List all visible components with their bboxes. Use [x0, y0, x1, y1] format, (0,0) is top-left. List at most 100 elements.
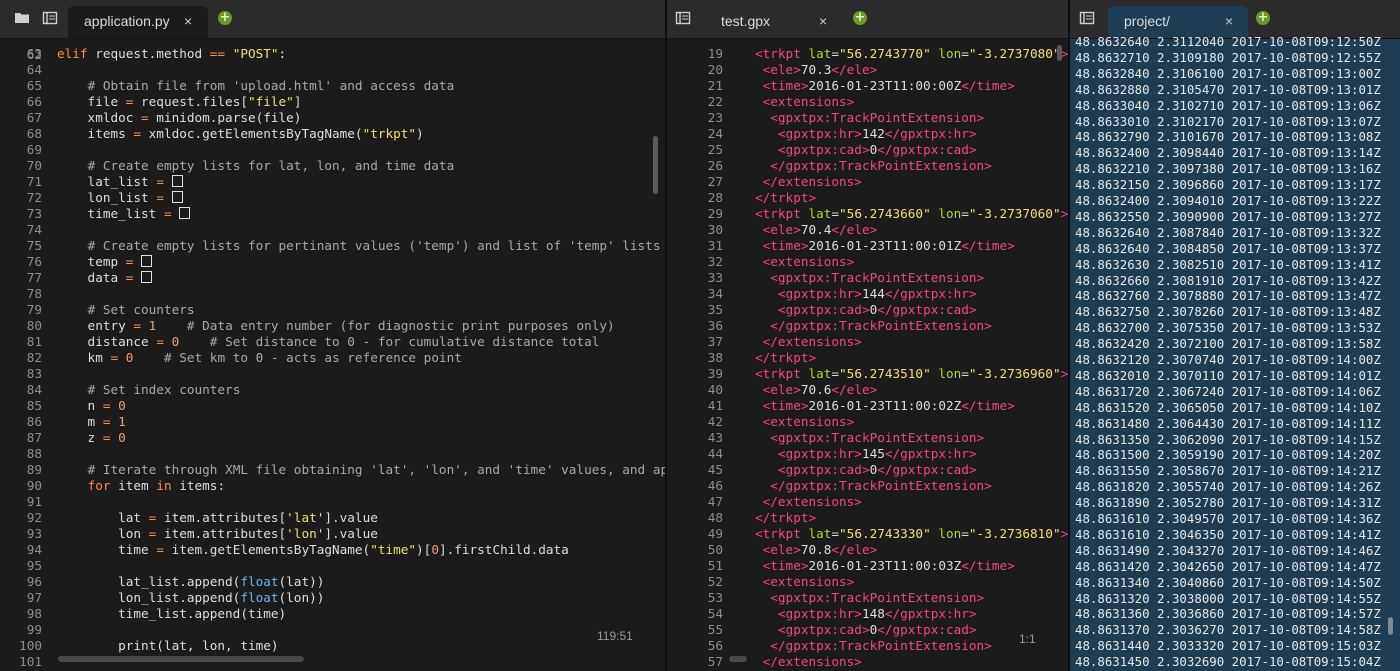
output-row: 48.8631610 2.3049570 2017-10-08T09:14:36…: [1075, 511, 1381, 526]
code-line: 52 <extensions>: [667, 574, 1068, 590]
line-number: 93: [26, 526, 42, 541]
cursor-position: 119:51: [597, 629, 633, 643]
code-text: </gpxtpx:TrackPointExtension>: [770, 318, 992, 333]
vertical-scrollbar[interactable]: [1057, 45, 1062, 61]
code-line: 53 <gpxtpx:TrackPointExtension>: [667, 590, 1068, 606]
code-line: 39 <trkpt lat="56.2743510" lon="-3.273696…: [667, 366, 1068, 382]
code-line: 28 </trkpt>: [667, 190, 1068, 206]
new-tab-button[interactable]: +: [853, 11, 867, 25]
line-number: 67: [26, 110, 42, 125]
code-line: 48 </trkpt>: [667, 510, 1068, 526]
output-row: 48.8632760 2.3078880 2017-10-08T09:13:47…: [1075, 288, 1381, 304]
code-line: 80 entry = 1 # Data entry number (for di…: [0, 318, 665, 334]
line-number: 91: [26, 494, 42, 509]
line-number: 49: [707, 526, 723, 541]
panel-icon[interactable]: [42, 10, 58, 26]
code-line: 70 # Create empty lists for lat, lon, an…: [0, 158, 665, 174]
code-line: 43 <gpxtpx:TrackPointExtension>: [667, 430, 1068, 446]
line-number: 33: [707, 270, 723, 285]
line-number: 31: [707, 238, 723, 253]
horizontal-scrollbar[interactable]: [58, 656, 304, 662]
code-line: 66 file = request.files["file"]: [0, 94, 665, 110]
line-number: 86: [26, 414, 42, 429]
code-line: 36 </gpxtpx:TrackPointExtension>: [667, 318, 1068, 334]
output-row: 48.8631490 2.3043270 2017-10-08T09:14:46…: [1075, 542, 1381, 558]
line-number: 89: [26, 462, 42, 477]
code-line: 96 lat_list.append(float(lat)): [0, 574, 665, 590]
code-line: 85 n = 0: [0, 398, 665, 414]
line-number: 83: [26, 366, 42, 381]
code-text: <time>2016-01-23T11:00:00Z</time>: [762, 78, 1015, 93]
new-tab-button[interactable]: +: [218, 11, 232, 25]
close-icon[interactable]: ×: [184, 6, 192, 36]
line-number: 55: [707, 622, 723, 637]
code-editor[interactable]: 62 63 elif request.method == "POST": 64 65 …: [0, 39, 665, 671]
panel-icon[interactable]: [1079, 10, 1095, 26]
folder-icon[interactable]: [14, 10, 30, 26]
code-text: <gpxtpx:cad>0</gpxtpx:cad>: [777, 462, 977, 477]
editor-pane-application: application.py × + 62 63 elif request.met…: [0, 0, 665, 671]
tab-bar: application.py × +: [0, 0, 665, 39]
line-number: 73: [26, 206, 42, 221]
close-icon[interactable]: ×: [1225, 6, 1233, 36]
code-text: <gpxtpx:hr>144</gpxtpx:hr>: [777, 286, 977, 301]
vertical-scrollbar[interactable]: [653, 136, 658, 194]
code-text: </extensions>: [762, 494, 862, 509]
code-text: </gpxtpx:TrackPointExtension>: [770, 638, 992, 653]
output-row: 48.8631550 2.3058670 2017-10-08T09:14:21…: [1075, 463, 1381, 479]
panel-icon[interactable]: [675, 10, 691, 26]
line-number: 52: [707, 574, 723, 589]
code-text: <extensions>: [762, 574, 855, 589]
line-number: 81: [26, 334, 42, 349]
tab-application-py[interactable]: application.py ×: [68, 6, 208, 38]
output-row: 48.8631480 2.3064430 2017-10-08T09:14:11…: [1075, 415, 1381, 431]
output-row: 48.8632660 2.3081910 2017-10-08T09:13:42…: [1075, 272, 1381, 288]
line-number: 26: [707, 158, 723, 173]
tab-test-gpx[interactable]: test.gpx ×: [705, 6, 843, 38]
code-line: 25 <gpxtpx:cad>0</gpxtpx:cad>: [667, 142, 1068, 158]
terminal-output[interactable]: 48.8632640 2.3112040 2017-10-08T09:12:50…: [1070, 34, 1400, 671]
code-editor[interactable]: 19 <trkpt lat="56.2743770" lon="-3.273708…: [667, 39, 1068, 671]
code-line: 86 m = 1: [0, 414, 665, 430]
output-row: 48.8632640 2.3112040 2017-10-08T09:12:50…: [1075, 34, 1381, 49]
cursor-position: 1:1: [1019, 632, 1036, 646]
code-text: <ele>70.3</ele>: [762, 62, 878, 77]
editor-pane-gpx: test.gpx × + 19 <trkpt lat="56.2743770" l…: [667, 0, 1068, 671]
code-text: lon_list =: [57, 190, 183, 206]
vertical-scrollbar[interactable]: [1388, 617, 1393, 635]
line-number: 28: [707, 190, 723, 205]
line-number: 54: [707, 606, 723, 621]
code-text: <extensions>: [762, 254, 855, 269]
code-text: # Create empty lists for lat, lon, and t…: [87, 158, 455, 173]
code-text: lat_list.append(float(lat)): [57, 574, 325, 589]
line-number: 24: [707, 126, 723, 141]
output-row: 48.8632550 2.3090900 2017-10-08T09:13:27…: [1075, 208, 1381, 224]
code-line: 78: [0, 286, 665, 302]
horizontal-scrollbar[interactable]: [729, 656, 747, 662]
output-row: 48.8631720 2.3067240 2017-10-08T09:14:06…: [1075, 383, 1381, 399]
code-text: </trkpt>: [755, 350, 817, 365]
output-row: 48.8632400 2.3098440 2017-10-08T09:13:14…: [1075, 145, 1381, 161]
code-text: <gpxtpx:hr>148</gpxtpx:hr>: [777, 606, 977, 621]
code-line: 21 <time>2016-01-23T11:00:00Z</time>: [667, 78, 1068, 94]
close-icon[interactable]: ×: [819, 6, 827, 36]
code-line: 81 distance = 0 # Set distance to 0 - fo…: [0, 334, 665, 350]
new-tab-button[interactable]: +: [1256, 11, 1270, 25]
code-line: 44 <gpxtpx:hr>145</gpxtpx:hr>: [667, 446, 1068, 462]
code-text: </extensions>: [762, 654, 862, 669]
code-line: 30 <ele>70.4</ele>: [667, 222, 1068, 238]
line-number: 19: [707, 46, 723, 61]
code-line: 99: [0, 622, 665, 638]
line-number: 90: [26, 478, 42, 493]
code-line: 54 <gpxtpx:hr>148</gpxtpx:hr>: [667, 606, 1068, 622]
line-number: 25: [707, 142, 723, 157]
code-text: <ele>70.4</ele>: [762, 222, 878, 237]
line-number: 41: [707, 398, 723, 413]
code-line: 97 lon_list.append(float(lon)): [0, 590, 665, 606]
code-line: 27 </extensions>: [667, 174, 1068, 190]
code-text: </gpxtpx:TrackPointExtension>: [770, 478, 992, 493]
line-number: 38: [707, 350, 723, 365]
code-text: <extensions>: [762, 414, 855, 429]
code-text: <ele>70.8</ele>: [762, 542, 878, 557]
line-number: 42: [707, 414, 723, 429]
